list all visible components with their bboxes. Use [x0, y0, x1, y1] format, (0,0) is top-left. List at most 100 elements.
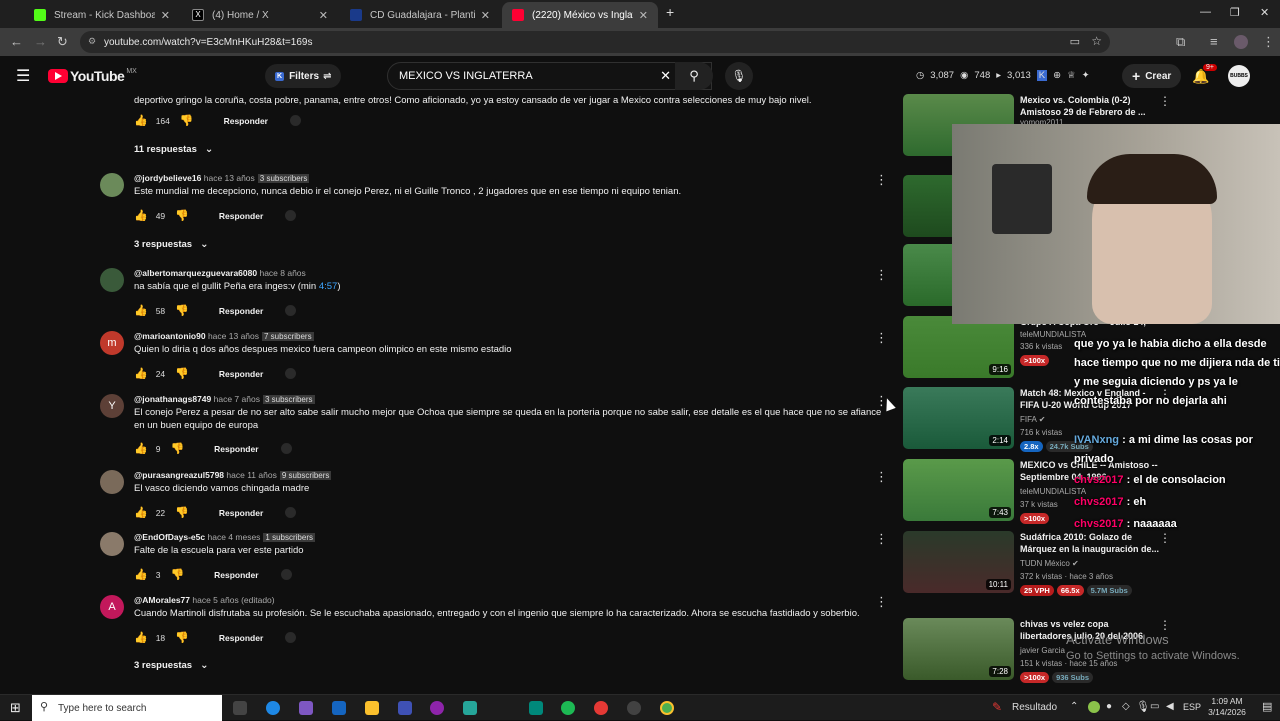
avatar[interactable] — [100, 173, 124, 197]
thumbs-down-icon[interactable]: 👎 — [170, 442, 184, 455]
view-replies-button[interactable]: 11 respuestas ⌄ — [134, 144, 213, 155]
extension-badge-icon[interactable]: K — [1036, 70, 1048, 81]
create-button[interactable]: + Crear — [1122, 64, 1182, 88]
network-icon[interactable]: ▭ — [1150, 701, 1159, 712]
more-options-icon[interactable]: ⋮ — [875, 469, 888, 485]
more-options-icon[interactable]: ⋮ — [875, 172, 888, 188]
reply-button[interactable]: Responder — [219, 369, 263, 379]
thumbs-down-icon[interactable]: 👎 — [175, 506, 189, 519]
vscode-icon[interactable] — [398, 701, 412, 715]
reload-icon[interactable]: ↻ — [57, 34, 68, 50]
bookmark-star-icon[interactable]: ☆ — [1091, 34, 1102, 48]
reply-button[interactable]: Responder — [219, 508, 263, 518]
timestamp-link[interactable]: 4:57 — [319, 281, 338, 292]
reply-button[interactable]: Responder — [219, 306, 263, 316]
related-video[interactable]: 10:11 Sudáfrica 2010: Golazo de Márquez … — [903, 531, 1183, 596]
reply-button[interactable]: Responder — [219, 633, 263, 643]
comment-author[interactable]: @AMorales77 — [134, 595, 190, 605]
hamburger-menu-icon[interactable]: ☰ — [16, 66, 30, 86]
cast-icon[interactable]: ▭ — [1070, 35, 1080, 48]
more-options-icon[interactable]: ⋮ — [875, 531, 888, 547]
reply-button[interactable]: Responder — [224, 116, 268, 126]
chrome-icon[interactable] — [660, 701, 674, 715]
mail-icon[interactable] — [332, 701, 346, 715]
copilot-icon[interactable] — [299, 701, 313, 715]
filters-button[interactable]: K Filters ⇌ — [265, 64, 342, 88]
thumbs-down-icon[interactable]: 👎 — [180, 114, 194, 127]
reading-list-icon[interactable]: ≡ — [1210, 34, 1218, 49]
spotify-icon[interactable] — [561, 701, 575, 715]
thumbs-up-icon[interactable]: 👍 — [134, 506, 148, 519]
notification-center-icon[interactable]: ▤ — [1262, 700, 1272, 713]
browser-tab-x[interactable]: X (4) Home / X ✕ — [182, 2, 338, 28]
youtube-logo[interactable]: YouTube MX — [48, 68, 137, 84]
close-icon[interactable]: ✕ — [639, 9, 648, 22]
thumbs-down-icon[interactable]: 👎 — [175, 209, 189, 222]
browser-tab-youtube[interactable]: (2220) México vs Inglaterra am ✕ — [502, 2, 658, 28]
reply-button[interactable]: Responder — [214, 444, 258, 454]
comment-author[interactable]: @purasangreazul5798 — [134, 470, 224, 480]
browser-menu-icon[interactable]: ⋮ — [1262, 34, 1275, 50]
search-button[interactable]: ⚲ — [675, 62, 713, 90]
app-icon[interactable] — [463, 701, 477, 715]
new-tab-button[interactable]: + — [666, 4, 674, 20]
back-icon[interactable]: ← — [10, 34, 23, 49]
avatar[interactable]: A — [100, 595, 124, 619]
more-options-icon[interactable]: ⋮ — [875, 594, 888, 610]
task-view-icon[interactable] — [233, 701, 247, 715]
comment-author[interactable]: @marioantonio90 — [134, 331, 206, 341]
thumbs-down-icon[interactable]: 👎 — [175, 631, 189, 644]
taskbar-clock[interactable]: 1:09 AM 3/14/2026 — [1204, 696, 1250, 718]
edge-icon[interactable] — [266, 701, 280, 715]
comment-time[interactable]: hace 13 años — [208, 331, 259, 341]
comment-author[interactable]: @jonathanags8749 — [134, 394, 211, 404]
windows-start-icon[interactable]: ⊞ — [10, 700, 21, 716]
video-channel[interactable]: FIFA ✔ — [1020, 415, 1045, 424]
sparkle-icon[interactable]: ✦ — [1082, 70, 1090, 81]
volume-icon[interactable]: ◀ — [1166, 701, 1174, 712]
video-channel[interactable]: javier Garcia — [1020, 646, 1065, 655]
language-indicator[interactable]: ESP — [1183, 702, 1201, 712]
more-options-icon[interactable]: ⋮ — [875, 330, 888, 346]
more-options-icon[interactable]: ⋮ — [875, 267, 888, 283]
avatar[interactable] — [100, 268, 124, 292]
tray-chevron-icon[interactable]: ⌃ — [1070, 701, 1078, 712]
thumbs-up-icon[interactable]: 👍 — [134, 367, 148, 380]
reply-button[interactable]: Responder — [214, 570, 258, 580]
video-thumbnail[interactable]: 2:14 — [903, 387, 1014, 449]
close-icon[interactable]: ✕ — [319, 9, 328, 22]
thumbs-down-icon[interactable]: 👎 — [170, 568, 184, 581]
close-window-icon[interactable]: ✕ — [1260, 6, 1269, 19]
video-thumbnail[interactable]: 10:11 — [903, 531, 1014, 593]
site-info-icon[interactable]: ⚙ — [88, 36, 96, 47]
video-title[interactable]: Mexico vs. Colombia (0-2) Amistoso 29 de… — [1020, 94, 1160, 118]
avatar[interactable] — [100, 470, 124, 494]
forward-icon[interactable]: → — [34, 34, 47, 49]
tray-app-icon[interactable] — [1088, 701, 1100, 713]
video-thumbnail[interactable]: 9:16 — [903, 316, 1014, 378]
voice-search-button[interactable]: 🎙 — [725, 62, 753, 90]
address-bar[interactable]: ⚙ youtube.com/watch?v=E3cMnHKuH28&t=169s… — [80, 31, 1110, 53]
tray-app-icon[interactable]: ◇ — [1122, 701, 1130, 712]
search-input[interactable]: MEXICO VS INGLATERRA ✕ — [387, 62, 712, 90]
restore-icon[interactable]: ❐ — [1230, 6, 1240, 19]
thumbs-down-icon[interactable]: 👎 — [175, 304, 189, 317]
trophy-icon[interactable]: ♕ — [1067, 70, 1076, 81]
close-icon[interactable]: ✕ — [481, 9, 490, 22]
obs-icon[interactable] — [430, 701, 444, 715]
thumbs-up-icon[interactable]: 👍 — [134, 568, 148, 581]
profile-avatar[interactable] — [1234, 35, 1248, 49]
avatar[interactable]: Y — [100, 394, 124, 418]
browser-tab-guadalajara[interactable]: CD Guadalajara - Plantilla detal ✕ — [340, 2, 500, 28]
taskbar-search-input[interactable]: ⚲ Type here to search — [32, 695, 222, 721]
video-title[interactable]: Sudáfrica 2010: Golazo de Márquez en la … — [1020, 531, 1160, 555]
comment-time[interactable]: hace 5 años (editado) — [192, 595, 274, 605]
thumbs-up-icon[interactable]: 👍 — [134, 114, 148, 127]
minimize-icon[interactable]: — — [1200, 6, 1211, 18]
thumbs-down-icon[interactable]: 👎 — [175, 367, 189, 380]
app-icon[interactable] — [529, 701, 543, 715]
comment-author[interactable]: @EndOfDays-e5c — [134, 532, 205, 542]
extensions-icon[interactable]: ⧉ — [1176, 34, 1185, 50]
more-options-icon[interactable]: ⋮ — [1159, 94, 1171, 108]
thumbs-up-icon[interactable]: 👍 — [134, 442, 148, 455]
